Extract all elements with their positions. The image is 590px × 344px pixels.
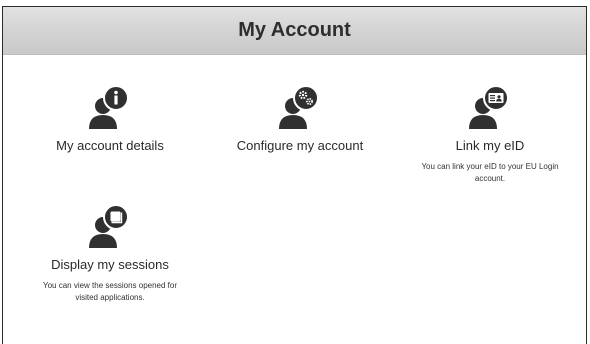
tile-title: My account details	[56, 138, 164, 153]
user-sessions-icon	[89, 205, 129, 248]
tile-my-account-details[interactable]: My account details	[17, 86, 203, 153]
tile-title: Configure my account	[236, 138, 364, 153]
tile-configure-my-account[interactable]: Configure my account	[207, 86, 393, 153]
page-title: My Account	[238, 19, 351, 41]
user-settings-icon	[279, 86, 319, 129]
tile-description: You can link your eID to your EU Login a…	[421, 162, 559, 183]
page-header: My Account	[3, 7, 586, 55]
tile-display-my-sessions[interactable]: Display my sessions You can view the ses…	[17, 205, 203, 304]
tile-title: Link my eID	[455, 138, 525, 153]
user-eid-card-icon	[469, 86, 509, 129]
user-info-icon	[89, 86, 129, 129]
tile-link-my-eid[interactable]: Link my eID You can link your eID to you…	[397, 86, 583, 185]
tile-title: Display my sessions	[51, 257, 169, 272]
tile-description: You can view the sessions opened for vis…	[42, 281, 177, 302]
